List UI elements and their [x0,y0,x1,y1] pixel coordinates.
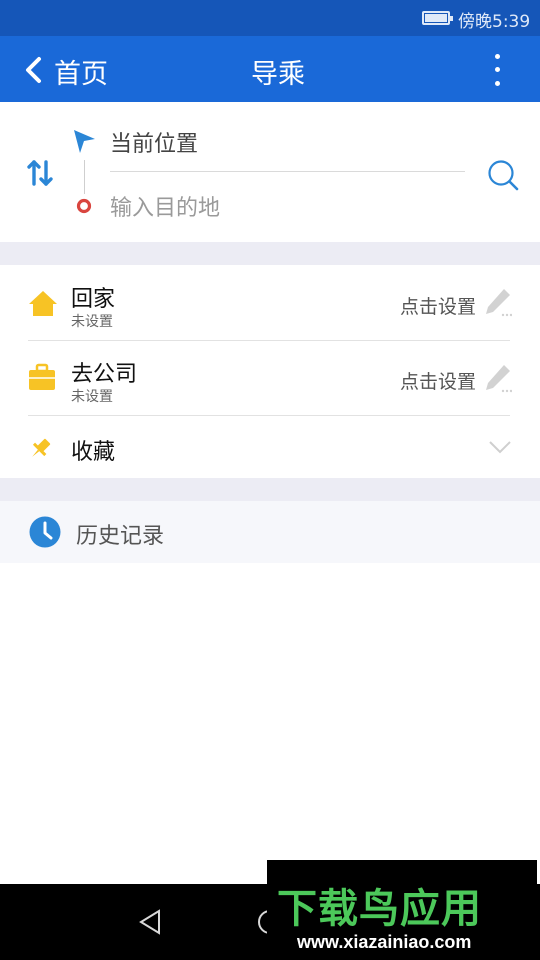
section-gap [0,478,540,501]
set-work-button[interactable]: 点击设置 [400,367,476,394]
location-arrow-icon [74,130,95,153]
swap-vertical-icon[interactable] [26,158,54,188]
section-gap [0,242,540,265]
place-row-work[interactable]: 去公司 未设置 点击设置 [0,341,540,416]
clock-icon [29,516,61,548]
origin-input[interactable]: 当前位置 [110,126,198,158]
battery-icon [422,11,453,25]
route-connector [84,160,85,194]
house-icon [29,291,57,316]
pin-icon [32,438,51,457]
place-row-home[interactable]: 回家 未设置 点击设置 [0,265,540,340]
page-title: 导乘 [251,59,305,90]
place-name: 去公司 [71,362,138,387]
place-status: 未设置 [71,314,113,330]
destination-input[interactable]: 输入目的地 [110,190,220,222]
search-icon[interactable] [486,158,520,192]
briefcase-icon [29,363,55,390]
place-name: 回家 [71,287,116,312]
history-label: 历史记录 [76,524,165,549]
nav-back-icon[interactable] [138,908,162,936]
watermark-brand: 下载鸟应用 [277,886,482,932]
place-row-favorites[interactable]: 收藏 [0,416,540,478]
app-bar: 首页 导乘 [0,36,540,102]
set-home-button[interactable]: 点击设置 [400,292,476,319]
destination-dot-icon [76,198,92,214]
pencil-icon[interactable] [484,287,512,317]
more-vertical-icon[interactable] [488,52,508,88]
favorites-label: 收藏 [71,440,116,465]
watermark-url: www.xiazainiao.com [297,932,472,952]
place-status: 未设置 [71,389,113,405]
chevron-down-icon[interactable] [488,440,512,454]
history-row[interactable]: 历史记录 [0,501,540,563]
watermark: 下载鸟应用 www.xiazainiao.com [267,860,537,960]
status-time: 傍晚5:39 [458,12,531,32]
pencil-icon[interactable] [484,363,512,393]
route-panel: 当前位置 输入目的地 [0,102,540,242]
input-divider [110,171,465,172]
status-bar: 傍晚5:39 [0,0,540,36]
